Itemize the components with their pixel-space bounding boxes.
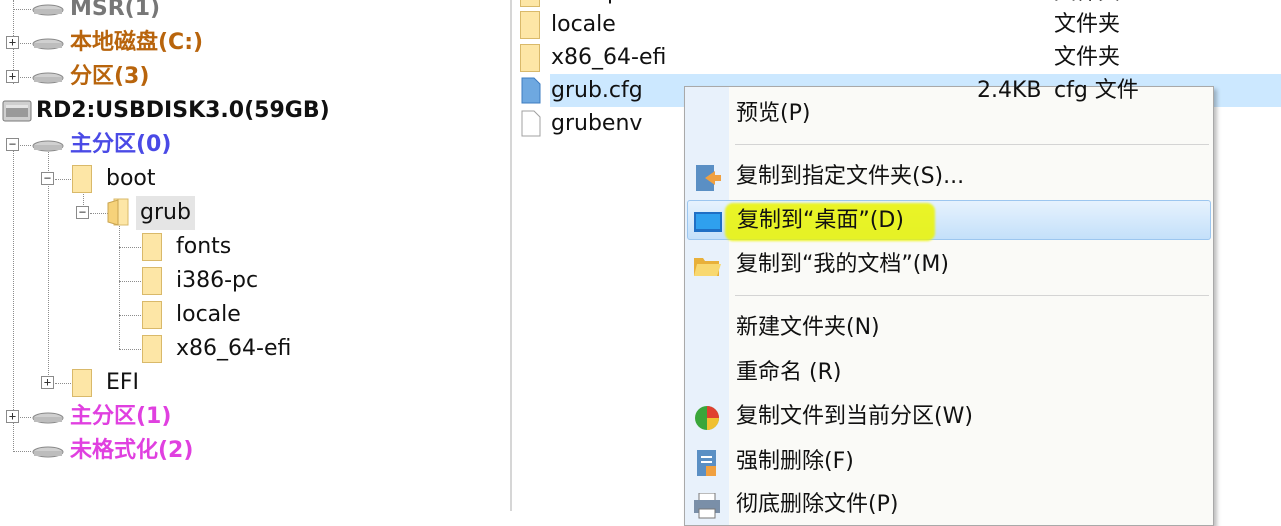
- usb-disk-icon: [2, 100, 32, 122]
- tree-item-partition-3[interactable]: + 分区(3): [0, 60, 300, 94]
- menu-item-label: 复制到“我的文档”(M): [736, 252, 949, 277]
- drive-icon: [32, 412, 64, 424]
- tree-item-label: i386-pc: [176, 268, 259, 293]
- menu-item-label: 强制删除(F): [736, 449, 854, 474]
- menu-item-label: 复制到指定文件夹(S)...: [736, 164, 965, 189]
- drive-icon: [32, 140, 64, 152]
- open-folder-icon: [107, 198, 129, 226]
- file-size: 2.4KB: [977, 78, 1042, 103]
- menu-item-label: 复制文件到当前分区(W): [736, 404, 973, 429]
- menu-item-rename[interactable]: 重命名 (R): [685, 353, 1213, 393]
- file-name: grub.cfg: [551, 78, 643, 103]
- printer-icon: [694, 493, 720, 519]
- folder-icon: [142, 267, 162, 295]
- folder-icon: [520, 0, 540, 7]
- tree-item-label: MSR(1): [70, 0, 161, 21]
- file-type: 文件夹: [1054, 45, 1121, 70]
- menu-separator: [735, 295, 1209, 296]
- menu-item-permanent-delete[interactable]: 彻底删除文件(P): [685, 485, 1213, 525]
- document-icon: [697, 450, 716, 476]
- tree-item-locale[interactable]: locale: [0, 298, 300, 332]
- tree-item-label: grub: [136, 196, 195, 230]
- tree-item-label: 主分区(0): [70, 132, 172, 157]
- expand-icon[interactable]: +: [6, 36, 19, 49]
- menu-item-copy-to-folder[interactable]: 复制到指定文件夹(S)...: [685, 157, 1213, 197]
- folder-icon: [142, 335, 162, 363]
- collapse-icon[interactable]: −: [6, 138, 19, 151]
- file-row[interactable]: x86_64-efi 文件夹: [512, 41, 1281, 74]
- cfg-file-icon: [521, 77, 541, 104]
- tree-item-local-disk-c[interactable]: + 本地磁盘(C:): [0, 26, 300, 60]
- tree-item-label: RD2:USBDISK3.0(59GB): [36, 98, 330, 123]
- desktop-icon: [694, 212, 722, 232]
- drive-icon: [32, 72, 64, 84]
- menu-item-label: 彻底删除文件(P): [736, 492, 899, 517]
- menu-item-force-delete[interactable]: 强制删除(F): [685, 442, 1213, 482]
- tree-item-usb-disk[interactable]: RD2:USBDISK3.0(59GB): [0, 94, 400, 128]
- file-icon: [521, 110, 541, 137]
- expand-icon[interactable]: +: [41, 376, 54, 389]
- tree-item-primary-0[interactable]: − 主分区(0): [0, 128, 300, 162]
- file-type: 文件夹: [1054, 12, 1121, 37]
- tree-item-label: x86_64-efi: [176, 336, 292, 361]
- folder-icon: [72, 369, 92, 397]
- tree-item-grub[interactable]: − grub: [0, 196, 300, 230]
- expand-icon[interactable]: +: [6, 70, 19, 83]
- context-menu: 预览(P) 复制到指定文件夹(S)... 复制到“桌面”(D) 复制到“我的文档…: [684, 86, 1214, 526]
- tree-item-fonts[interactable]: fonts: [0, 230, 300, 264]
- drive-icon: [32, 446, 64, 458]
- tree-item-efi[interactable]: + EFI: [0, 366, 300, 400]
- copy-to-folder-icon: [696, 165, 721, 191]
- file-type: cfg 文件: [1054, 78, 1139, 103]
- menu-separator: [735, 144, 1209, 145]
- collapse-icon[interactable]: −: [76, 206, 89, 219]
- menu-item-copy-to-partition[interactable]: 复制文件到当前分区(W): [685, 397, 1213, 437]
- open-folder-icon: [694, 258, 721, 276]
- menu-item-label: 复制到“桌面”(D): [737, 208, 904, 233]
- folder-icon: [142, 233, 162, 261]
- drive-icon: [32, 38, 64, 50]
- tree-item-primary-1[interactable]: + 主分区(1): [0, 400, 300, 434]
- file-row[interactable]: locale 文件夹: [512, 8, 1281, 41]
- menu-item-copy-to-desktop[interactable]: 复制到“桌面”(D): [687, 200, 1211, 241]
- tree-item-boot[interactable]: − boot: [0, 162, 300, 196]
- tree-item-unformatted-2[interactable]: 未格式化(2): [0, 434, 300, 468]
- file-name: locale: [551, 12, 616, 37]
- menu-item-label: 重命名 (R): [736, 360, 842, 385]
- tree-item-label: 未格式化(2): [70, 438, 194, 463]
- tree-item-label: 本地磁盘(C:): [70, 30, 204, 55]
- tree-item-label: 分区(3): [70, 64, 150, 89]
- folder-tree: MSR(1) + 本地磁盘(C:) + 分区(3) RD2:USBDISK3.0…: [0, 0, 512, 511]
- folder-icon: [520, 44, 540, 72]
- folder-icon: [142, 301, 162, 329]
- drive-icon: [32, 4, 64, 16]
- collapse-icon[interactable]: −: [41, 172, 54, 185]
- menu-item-copy-to-my-documents[interactable]: 复制到“我的文档”(M): [685, 245, 1213, 285]
- menu-item-label: 新建文件夹(N): [736, 315, 880, 340]
- folder-icon: [520, 11, 540, 39]
- tree-item-label: 主分区(1): [70, 404, 172, 429]
- tree-item-label: fonts: [176, 234, 232, 259]
- tree-item-label: locale: [176, 302, 241, 327]
- tree-item-msr[interactable]: MSR(1): [0, 0, 300, 26]
- pie-chart-icon: [695, 406, 719, 430]
- file-name: grubenv: [551, 111, 643, 136]
- menu-item-new-folder[interactable]: 新建文件夹(N): [685, 308, 1213, 348]
- file-name: x86_64-efi: [551, 45, 667, 70]
- tree-item-label: boot: [106, 166, 156, 191]
- tree-item-x86-64-efi[interactable]: x86_64-efi: [0, 332, 320, 366]
- folder-icon: [72, 165, 92, 193]
- expand-icon[interactable]: +: [6, 410, 19, 423]
- tree-item-i386-pc[interactable]: i386-pc: [0, 264, 300, 298]
- tree-item-label: EFI: [106, 370, 140, 395]
- menu-item-label: 预览(P): [736, 101, 811, 126]
